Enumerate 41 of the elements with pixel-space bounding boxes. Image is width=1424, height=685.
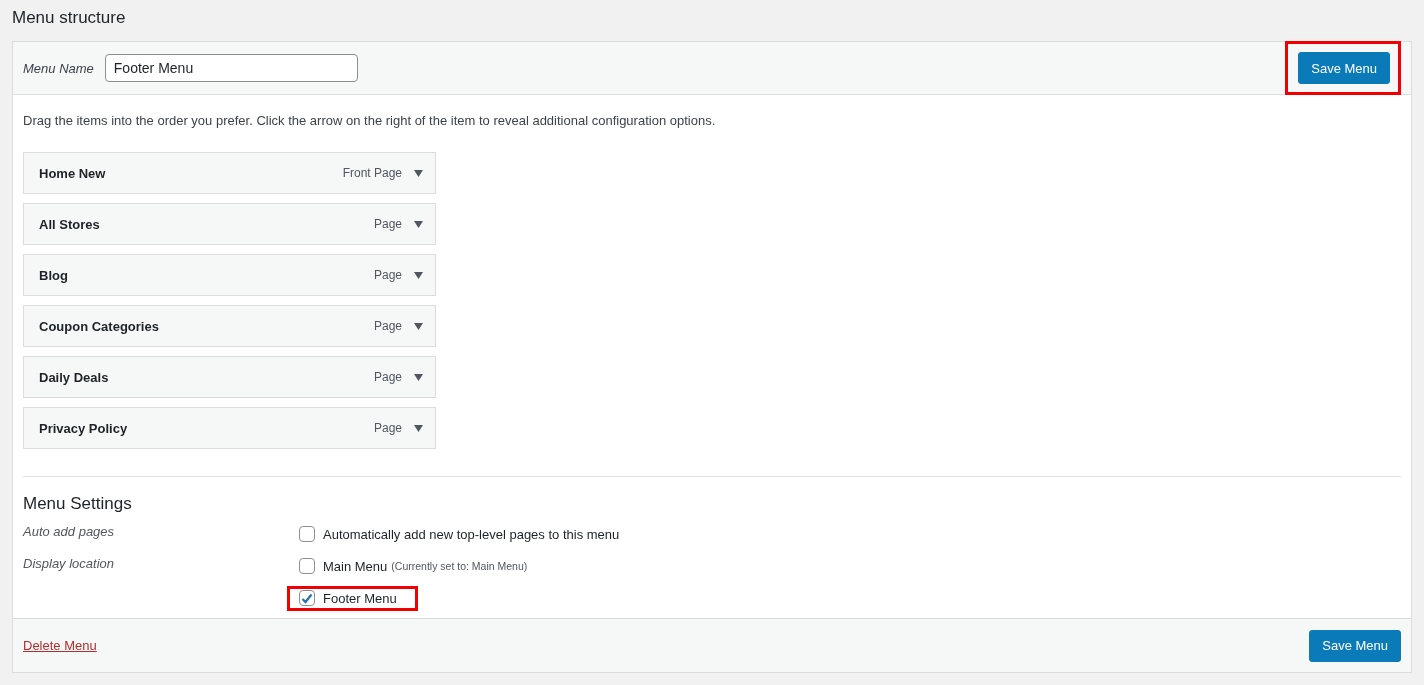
dropdown-arrow-icon[interactable] (414, 169, 423, 177)
menu-name-label: Menu Name (23, 60, 94, 76)
item-type: Page (373, 370, 402, 384)
item-type: Page (373, 268, 402, 282)
dropdown-arrow-icon[interactable] (414, 271, 423, 279)
item-title: Home New (39, 165, 107, 181)
dropdown-arrow-icon[interactable] (414, 424, 423, 432)
instructions-text: Drag the items into the order you prefer. Click the arrow on the right of the item to reveal additional configuration options. (23, 113, 717, 128)
setting-label: Display location (23, 555, 116, 573)
save-button[interactable]: Save Menu (1298, 52, 1390, 84)
item-title: All Stores (39, 216, 101, 232)
item-type: Front Page (342, 166, 402, 180)
option-label: Main Menu (323, 558, 388, 574)
item-type: Page (373, 421, 402, 435)
item-title: Blog (39, 267, 69, 283)
menu-item[interactable]: Coupon Categories Page (23, 305, 436, 347)
menu-item[interactable]: All Stores Page (23, 203, 436, 245)
option-note: (Currently set to: Main Menu) (391, 560, 528, 572)
menu-name-field[interactable]: Footer Menu (104, 54, 358, 82)
menu-item[interactable]: Daily Deals Page (23, 356, 436, 398)
menu-item[interactable]: Privacy Policy Page (23, 407, 436, 449)
checkbox[interactable] (299, 558, 315, 574)
checkbox[interactable] (299, 590, 315, 606)
delete-menu-link[interactable]: Delete Menu (23, 638, 97, 653)
dropdown-arrow-icon[interactable] (414, 220, 423, 228)
option-label: Automatically add new top-level pages to this menu (323, 526, 620, 542)
save-button[interactable]: Save Menu (1309, 629, 1401, 662)
setting-label: Auto add pages (23, 523, 116, 541)
menu-item[interactable]: Home New Front Page (23, 152, 436, 194)
item-type: Page (373, 319, 402, 333)
settings-heading: Menu Settings (23, 493, 133, 515)
menu-item[interactable]: Blog Page (23, 254, 436, 296)
item-type: Page (373, 217, 402, 231)
section-title: Menu structure (12, 7, 127, 29)
item-title: Coupon Categories (39, 318, 160, 334)
item-title: Daily Deals (39, 369, 110, 385)
dropdown-arrow-icon[interactable] (414, 322, 423, 330)
option-label: Footer Menu (323, 590, 397, 606)
checkbox[interactable] (299, 526, 315, 542)
dropdown-arrow-icon[interactable] (414, 373, 423, 381)
item-title: Privacy Policy (39, 420, 129, 436)
